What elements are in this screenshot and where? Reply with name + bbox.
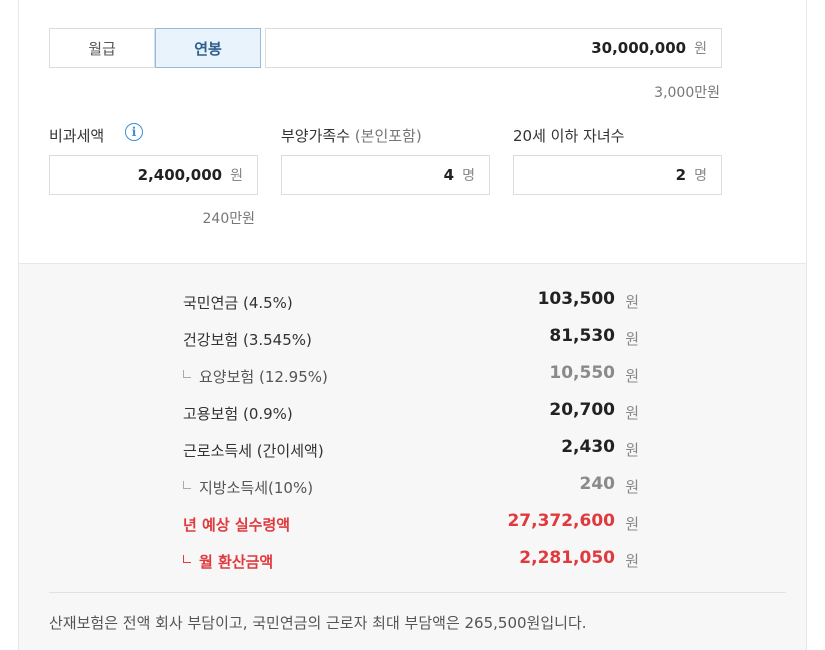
result-row-income-tax: 근로소득세 (간이세액) 2,430 원 — [183, 437, 643, 461]
result-name: 요양보험 (12.95%) — [199, 368, 328, 386]
divider — [49, 592, 786, 593]
result-row-health: 건강보험 (3.545%) 81,530 원 — [183, 326, 643, 350]
result-unit: 원 — [625, 293, 639, 311]
children-label: 20세 이하 자녀수 — [513, 127, 625, 145]
nontax-label: 비과세액 — [49, 127, 105, 145]
result-amount: 81,530 — [549, 326, 615, 346]
result-row-employment: 고용보험 (0.9%) 20,700 원 — [183, 400, 643, 424]
dependents-label: 부양가족수 (본인포함) — [281, 125, 422, 146]
salary-input[interactable]: 30,000,000 원 — [265, 28, 722, 68]
result-amount: 27,372,600 — [507, 511, 615, 531]
result-unit: 원 — [625, 478, 639, 496]
salary-unit: 원 — [694, 41, 707, 57]
dependents-unit: 명 — [462, 168, 475, 184]
result-row-pension: 국민연금 (4.5%) 103,500 원 — [183, 289, 643, 313]
result-row-monthly-net: 월 환산금액 2,281,050 원 — [183, 548, 643, 572]
result-amount: 2,281,050 — [519, 548, 615, 568]
result-amount: 2,430 — [561, 437, 615, 457]
result-name-wrap: 지방소득세(10%) — [183, 477, 313, 498]
salary-value: 30,000,000 — [591, 39, 687, 57]
result-row-longterm-care: 요양보험 (12.95%) 10,550 원 — [183, 363, 643, 387]
result-unit: 원 — [625, 515, 639, 533]
nontax-input[interactable]: 2,400,000 원 — [49, 155, 258, 195]
nontax-sub-text: 240만원 — [202, 211, 255, 227]
result-amount: 10,550 — [549, 363, 615, 383]
info-icon[interactable]: i — [125, 123, 143, 141]
dependents-label-paren: (본인포함) — [354, 127, 422, 145]
result-amount: 20,700 — [549, 400, 615, 420]
footnote: 산재보험은 전액 회사 부담이고, 국민연금의 근로자 최대 부담액은 265,… — [49, 614, 587, 632]
result-name: 근로소득세 (간이세액) — [183, 442, 324, 460]
result-unit: 원 — [625, 367, 639, 385]
result-unit: 원 — [625, 404, 639, 422]
tab-monthly[interactable]: 월급 — [49, 28, 155, 68]
result-name: 건강보험 (3.545%) — [183, 331, 312, 349]
children-unit: 명 — [694, 168, 707, 184]
dependents-label-text: 부양가족수 — [281, 127, 351, 145]
result-unit: 원 — [625, 441, 639, 459]
dependents-value: 4 — [443, 166, 455, 184]
result-row-local-tax: 지방소득세(10%) 240 원 — [183, 474, 643, 498]
children-value: 2 — [675, 166, 687, 184]
result-name-wrap: 요양보험 (12.95%) — [183, 366, 328, 387]
sub-item-corner-icon — [183, 370, 191, 378]
dependents-input[interactable]: 4 명 — [281, 155, 490, 195]
result-row-annual-net: 년 예상 실수령액 27,372,600 원 — [183, 511, 643, 535]
result-amount: 240 — [579, 474, 616, 494]
result-name: 고용보험 (0.9%) — [183, 405, 293, 423]
salary-sub-text: 3,000만원 — [654, 85, 720, 101]
result-name: 국민연금 (4.5%) — [183, 294, 293, 312]
nontax-value: 2,400,000 — [137, 166, 223, 184]
sub-item-corner-icon — [183, 481, 191, 489]
result-amount: 103,500 — [537, 289, 615, 309]
result-name-wrap: 월 환산금액 — [183, 551, 273, 572]
pay-period-tabs: 월급 연봉 — [49, 28, 261, 68]
result-unit: 원 — [625, 330, 639, 348]
result-name: 지방소득세(10%) — [199, 479, 314, 497]
result-name: 년 예상 실수령액 — [183, 516, 291, 534]
nontax-unit: 원 — [230, 168, 243, 184]
tab-annual[interactable]: 연봉 — [155, 28, 261, 68]
result-name: 월 환산금액 — [199, 553, 274, 571]
sub-item-corner-icon — [183, 555, 191, 563]
children-input[interactable]: 2 명 — [513, 155, 722, 195]
result-unit: 원 — [625, 552, 639, 570]
